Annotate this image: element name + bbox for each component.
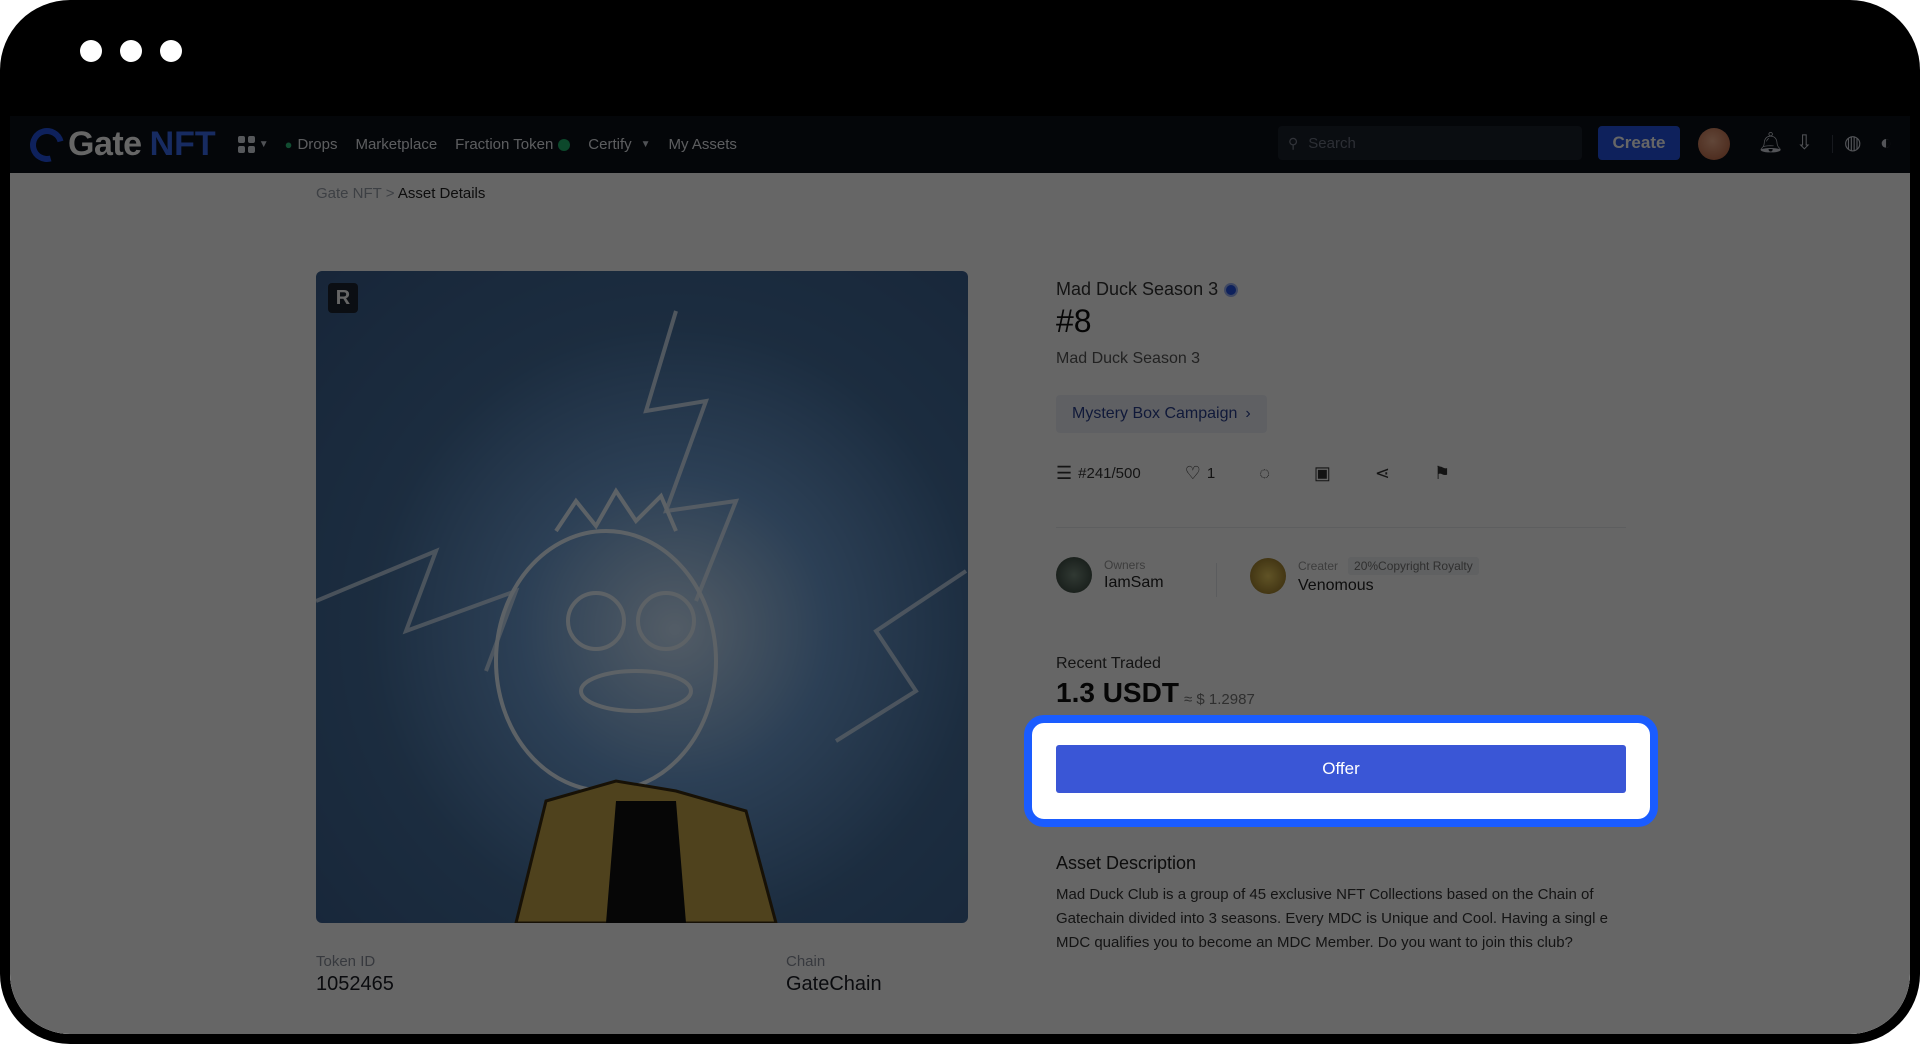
recent-traded-label: Recent Traded bbox=[1056, 655, 1161, 672]
owner-info[interactable]: Owners IamSam bbox=[1056, 557, 1164, 593]
gate-nft-logo[interactable]: Gate NFT bbox=[23, 121, 216, 168]
edition-number: #241/500 bbox=[1078, 465, 1141, 482]
report-button[interactable]: ⚑ bbox=[1434, 463, 1450, 484]
globe-icon[interactable]: ◍ bbox=[1844, 132, 1861, 154]
nav-marketplace[interactable]: Marketplace bbox=[355, 136, 437, 153]
creator-avatar bbox=[1250, 558, 1286, 594]
breadcrumb-current: Asset Details bbox=[397, 185, 486, 202]
create-button[interactable]: Create bbox=[1598, 126, 1680, 160]
token-subtitle: Mad Duck Season 3 bbox=[1056, 350, 1201, 367]
mystery-box-campaign-link[interactable]: Mystery Box Campaign › bbox=[1056, 395, 1267, 433]
royalty-badge: 20%Copyright Royalty bbox=[1348, 557, 1479, 575]
asset-details-page: Gate NFT > Asset Details R Token ID 1052… bbox=[10, 173, 1910, 1034]
recent-price: 1.3 USDT bbox=[1056, 677, 1179, 708]
nav-certify-label: Certify bbox=[588, 136, 632, 153]
logo-gate-text: Gate bbox=[68, 125, 142, 163]
collection-link[interactable]: Mad Duck Season 3 bbox=[1056, 279, 1239, 300]
asset-description-text: Mad Duck Club is a group of 45 exclusive… bbox=[1056, 886, 1608, 951]
nav-certify[interactable]: Certify ▼ bbox=[588, 136, 650, 153]
recent-price-usd: ≈ $ 1.2987 bbox=[1184, 691, 1255, 708]
chevron-down-icon[interactable]: ▼ bbox=[259, 139, 269, 150]
asset-actions: ☰ #241/500 ♡ 1 ◌ ▣ ⋖ ⚑ bbox=[1056, 463, 1494, 484]
flag-icon: ⚑ bbox=[1434, 463, 1451, 483]
collection-name: Mad Duck Season 3 bbox=[1056, 279, 1219, 299]
nav-drops[interactable]: ● Drops bbox=[285, 136, 338, 153]
chevron-right-icon: › bbox=[1245, 405, 1251, 422]
apps-grid-icon[interactable] bbox=[237, 136, 255, 153]
bell-icon[interactable]: 🔔︎ bbox=[1758, 132, 1783, 154]
breadcrumb-root[interactable]: Gate NFT bbox=[316, 185, 382, 202]
search-box[interactable]: ⚲ bbox=[1278, 126, 1582, 160]
like-count: 1 bbox=[1206, 465, 1216, 482]
fraction-badge-icon bbox=[558, 138, 571, 151]
verified-icon bbox=[1224, 282, 1239, 297]
rarity-badge: R bbox=[328, 283, 358, 313]
offer-button[interactable]: Offer bbox=[1056, 745, 1626, 793]
token-title: #8 bbox=[1056, 303, 1092, 339]
search-icon: ⚲ bbox=[1288, 134, 1299, 151]
nav-my-assets[interactable]: My Assets bbox=[669, 136, 737, 153]
duck-illustration bbox=[316, 310, 968, 923]
edition-info: ☰ #241/500 bbox=[1056, 463, 1141, 484]
owner-name: IamSam bbox=[1104, 574, 1164, 591]
comment-button[interactable]: ◌ bbox=[1259, 463, 1270, 484]
drop-icon: ● bbox=[284, 137, 293, 152]
chevron-down-icon: ▼ bbox=[640, 139, 651, 150]
chain-value: GateChain bbox=[786, 973, 882, 995]
chat-icon: ◌ bbox=[1259, 463, 1270, 483]
user-avatar[interactable] bbox=[1698, 128, 1730, 160]
token-id-value: 1052465 bbox=[316, 973, 394, 995]
chain-label: Chain bbox=[786, 953, 826, 970]
window-dot-1[interactable] bbox=[80, 40, 102, 62]
window-controls bbox=[80, 40, 182, 62]
breadcrumb-separator: > bbox=[385, 185, 395, 202]
heart-icon: ♡ bbox=[1184, 463, 1201, 483]
nav-drops-label: Drops bbox=[297, 136, 338, 153]
breadcrumb: Gate NFT > Asset Details bbox=[316, 185, 485, 202]
section-divider bbox=[1056, 527, 1626, 528]
logo-nft-text: NFT bbox=[149, 125, 216, 163]
nav-fraction-token[interactable]: Fraction Token bbox=[455, 136, 571, 153]
creator-info[interactable]: Creater 20%Copyright Royalty Venomous bbox=[1250, 557, 1479, 595]
window-dot-3[interactable] bbox=[160, 40, 182, 62]
download-icon[interactable]: ⇩ bbox=[1796, 132, 1813, 154]
top-nav: Gate NFT ▼ ● Drops Marketplace Fraction … bbox=[10, 116, 1910, 173]
nav-links: ● Drops Marketplace Fraction Token Certi… bbox=[285, 136, 737, 153]
browser-viewport: Gate NFT ▼ ● Drops Marketplace Fraction … bbox=[10, 116, 1910, 1034]
owner-role: Owners bbox=[1104, 558, 1146, 572]
owner-avatar bbox=[1056, 557, 1092, 593]
share-button[interactable]: ⋖ bbox=[1375, 463, 1390, 484]
asset-description-title: Asset Description bbox=[1056, 853, 1197, 873]
device-frame: Gate NFT ▼ ● Drops Marketplace Fraction … bbox=[0, 0, 1920, 1044]
owner-creator-divider bbox=[1216, 563, 1217, 597]
list-icon: ☰ bbox=[1056, 463, 1073, 483]
creator-name: Venomous bbox=[1298, 577, 1374, 594]
share-icon: ⋖ bbox=[1374, 463, 1391, 483]
like-button[interactable]: ♡ 1 bbox=[1185, 463, 1215, 484]
save-folder-button[interactable]: ▣ bbox=[1314, 463, 1331, 484]
creator-role: Creater bbox=[1298, 559, 1339, 573]
nft-artwork[interactable]: R bbox=[316, 271, 968, 923]
gate-logo-icon bbox=[23, 121, 71, 168]
folder-icon: ▣ bbox=[1313, 463, 1331, 483]
nav-my-assets-label: My Assets bbox=[668, 136, 737, 153]
token-id-label: Token ID bbox=[316, 953, 376, 970]
campaign-label: Mystery Box Campaign bbox=[1072, 405, 1238, 422]
nav-marketplace-label: Marketplace bbox=[355, 136, 438, 153]
theme-toggle-icon[interactable]: ◐ bbox=[1880, 132, 1892, 154]
nav-divider bbox=[1832, 135, 1833, 153]
search-input[interactable] bbox=[1306, 133, 1551, 153]
window-dot-2[interactable] bbox=[120, 40, 142, 62]
nav-fraction-label: Fraction Token bbox=[455, 136, 554, 153]
